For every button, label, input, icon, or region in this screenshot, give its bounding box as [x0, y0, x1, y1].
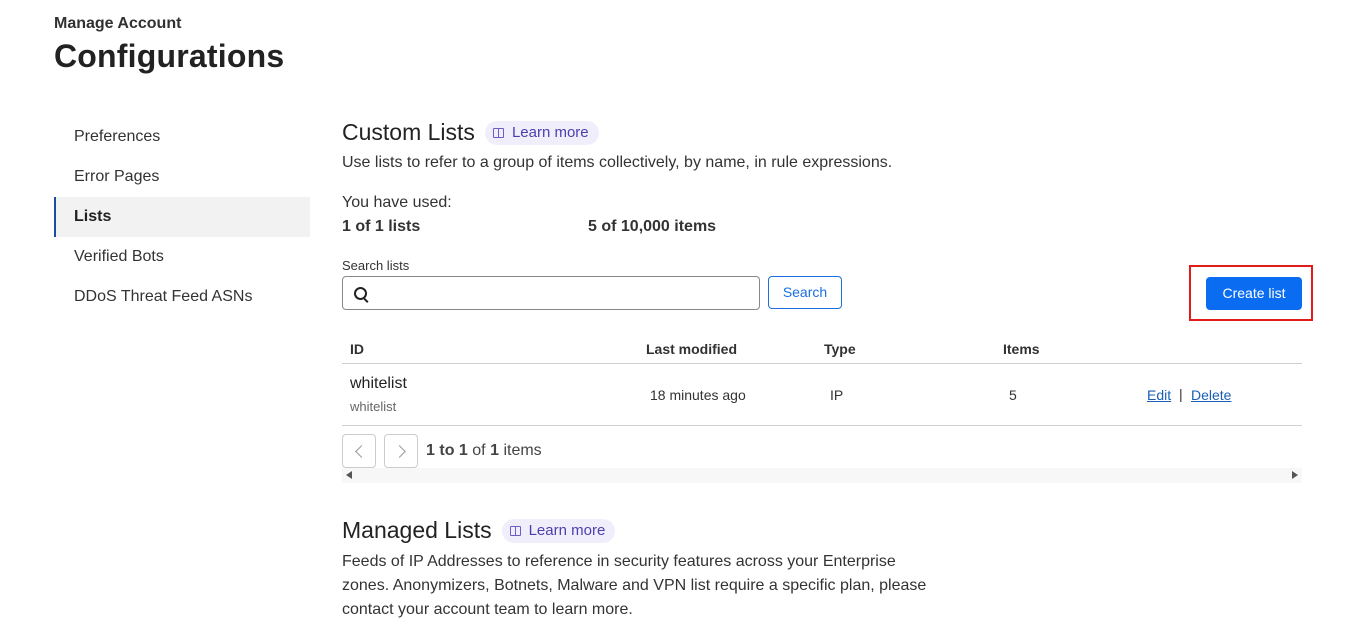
action-separator: | [1179, 386, 1183, 402]
managed-lists-description-line: Feeds of IP Addresses to reference in se… [342, 553, 896, 570]
list-items-count: 5 [1009, 387, 1017, 403]
search-button[interactable]: Search [768, 276, 842, 309]
scroll-left-arrow-icon[interactable] [346, 471, 352, 479]
column-header-items[interactable]: Items [1003, 341, 1040, 357]
pagination-to-word: to [439, 442, 455, 459]
list-type: IP [830, 387, 844, 403]
sidebar-item-ddos-threat-feed-asns[interactable]: DDoS Threat Feed ASNs [54, 277, 310, 317]
sidebar-item-error-pages[interactable]: Error Pages [54, 157, 310, 197]
list-last-modified: 18 minutes ago [650, 387, 746, 403]
search-lists-label: Search lists [342, 258, 410, 273]
custom-lists-learn-more-link[interactable]: Learn more [484, 120, 599, 145]
book-icon [509, 525, 521, 536]
table-bottom-divider [342, 425, 1302, 426]
managed-lists-heading-row: Managed Lists Learn more [342, 517, 616, 544]
managed-lists-description-line: contact your account team to learn more. [342, 601, 633, 618]
custom-lists-description: Use lists to refer to a group of items c… [342, 154, 893, 171]
lists-used-count: 1 of 1 lists [342, 218, 421, 235]
sidebar-nav: Preferences Error Pages Lists Verified B… [54, 117, 310, 317]
managed-lists-description-line: zones. Anonymizers, Botnets, Malware and… [342, 577, 927, 594]
custom-lists-heading-row: Custom Lists Learn more [342, 119, 599, 146]
usage-label: You have used: [342, 194, 452, 211]
search-icon [354, 287, 367, 300]
pagination-to: 1 [458, 442, 468, 459]
table-row: whitelist whitelist 18 minutes ago IP 5 … [342, 364, 1302, 425]
page-title: Configurations [54, 38, 285, 74]
managed-lists-description: Feeds of IP Addresses to reference in se… [342, 550, 926, 622]
search-lists-input[interactable] [342, 276, 760, 310]
managed-lists-title: Managed Lists [342, 517, 492, 543]
sidebar-item-lists[interactable]: Lists [54, 197, 310, 237]
horizontal-scrollbar[interactable] [342, 468, 1302, 483]
column-header-id[interactable]: ID [350, 341, 364, 357]
edit-list-link[interactable]: Edit [1147, 387, 1171, 403]
create-list-button[interactable]: Create list [1206, 277, 1302, 310]
custom-lists-title: Custom Lists [342, 119, 475, 145]
column-header-last-modified[interactable]: Last modified [646, 341, 737, 357]
items-used-count: 5 of 10,000 items [588, 218, 717, 235]
learn-more-label: Learn more [528, 522, 606, 539]
book-icon [492, 127, 504, 138]
pagination-summary: 1 to 1 of 1 items [426, 442, 542, 460]
sidebar-item-preferences[interactable]: Preferences [54, 117, 310, 157]
learn-more-label: Learn more [511, 124, 589, 141]
next-page-button[interactable] [384, 434, 418, 468]
chevron-left-icon [355, 445, 368, 458]
list-name: whitelist [350, 399, 397, 414]
pagination-of-word: of [472, 442, 486, 459]
scroll-right-arrow-icon[interactable] [1292, 471, 1298, 479]
pagination-from: 1 [426, 442, 435, 459]
pagination-total: 1 [490, 442, 499, 459]
breadcrumb-manage-account: Manage Account [54, 15, 182, 32]
pagination-unit: items [503, 442, 542, 459]
chevron-right-icon [393, 445, 406, 458]
managed-lists-learn-more-link[interactable]: Learn more [501, 518, 616, 543]
list-id: whitelist [350, 375, 407, 392]
previous-page-button[interactable] [342, 434, 376, 468]
sidebar-item-verified-bots[interactable]: Verified Bots [54, 237, 310, 277]
delete-list-link[interactable]: Delete [1191, 387, 1231, 403]
column-header-type[interactable]: Type [824, 341, 856, 357]
